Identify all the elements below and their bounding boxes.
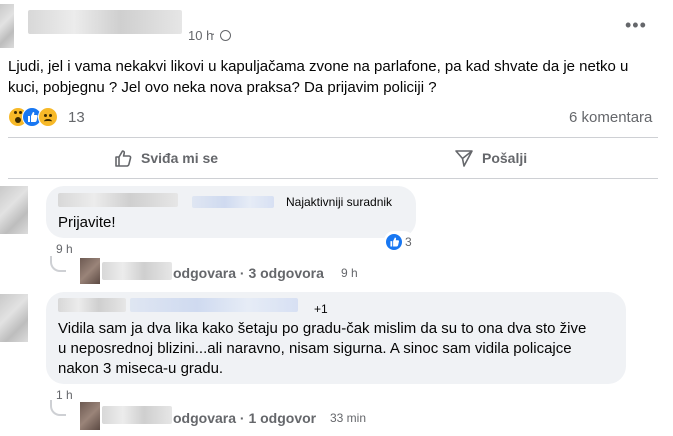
like-button-label: Sviđa mi se — [141, 150, 219, 166]
author-avatar[interactable] — [0, 4, 14, 48]
commenter-name-link[interactable] — [192, 196, 274, 208]
post-text: Ljudi, jel i vama nekakvi likovi u kapul… — [8, 58, 629, 96]
commenter-name[interactable] — [58, 193, 178, 207]
divider-top — [8, 137, 658, 138]
comment-text: Prijavite! — [58, 214, 116, 231]
comment-reaction-count: 3 — [405, 235, 412, 249]
post-timestamp[interactable]: 10 h — [188, 28, 213, 43]
reaction-count[interactable]: 13 — [68, 109, 85, 126]
replier-name[interactable] — [102, 262, 172, 280]
reply-summary[interactable]: odgovara · 3 odgovora — [173, 265, 324, 281]
like-button[interactable]: Sviđa mi se — [113, 146, 218, 170]
sad-reaction-icon — [38, 107, 58, 127]
replier-avatar[interactable] — [80, 258, 100, 284]
commenter-name-link[interactable] — [130, 298, 298, 312]
share-button[interactable]: Pošalji — [454, 146, 527, 170]
replier-name[interactable] — [102, 406, 172, 424]
commenter-name[interactable] — [58, 298, 126, 312]
dot-separator: · — [211, 26, 216, 41]
globe-icon — [220, 30, 231, 41]
top-contributor-badge: Najaktivniji suradnik — [286, 195, 393, 209]
reply-time: 33 min — [330, 411, 367, 425]
reply-summary[interactable]: odgovara · 1 odgovor — [173, 410, 316, 426]
replier-avatar[interactable] — [80, 402, 100, 430]
commenter-avatar[interactable] — [0, 186, 28, 234]
reactions-summary[interactable] — [8, 107, 68, 127]
divider-bottom — [8, 178, 658, 179]
like-reaction-icon — [386, 234, 402, 250]
thumbs-up-icon — [115, 150, 132, 167]
more-options-icon[interactable]: ••• — [625, 16, 647, 34]
reply-thread-line — [50, 400, 66, 416]
share-button-label: Pošalji — [482, 150, 528, 166]
comments-count[interactable]: 6 komentara — [569, 109, 652, 126]
author-name[interactable] — [28, 10, 182, 34]
reply-thread-line — [50, 256, 66, 272]
comment-time[interactable]: 9 h — [56, 242, 73, 256]
commenter-avatar[interactable] — [0, 294, 28, 342]
comment-text: Vidila sam ja dva lika kako šetaju po gr… — [58, 320, 587, 377]
send-icon — [455, 150, 473, 167]
plus-one-badge: +1 — [314, 302, 328, 316]
comment-reaction[interactable]: 3 — [384, 231, 414, 253]
reply-time: 9 h — [341, 266, 358, 280]
